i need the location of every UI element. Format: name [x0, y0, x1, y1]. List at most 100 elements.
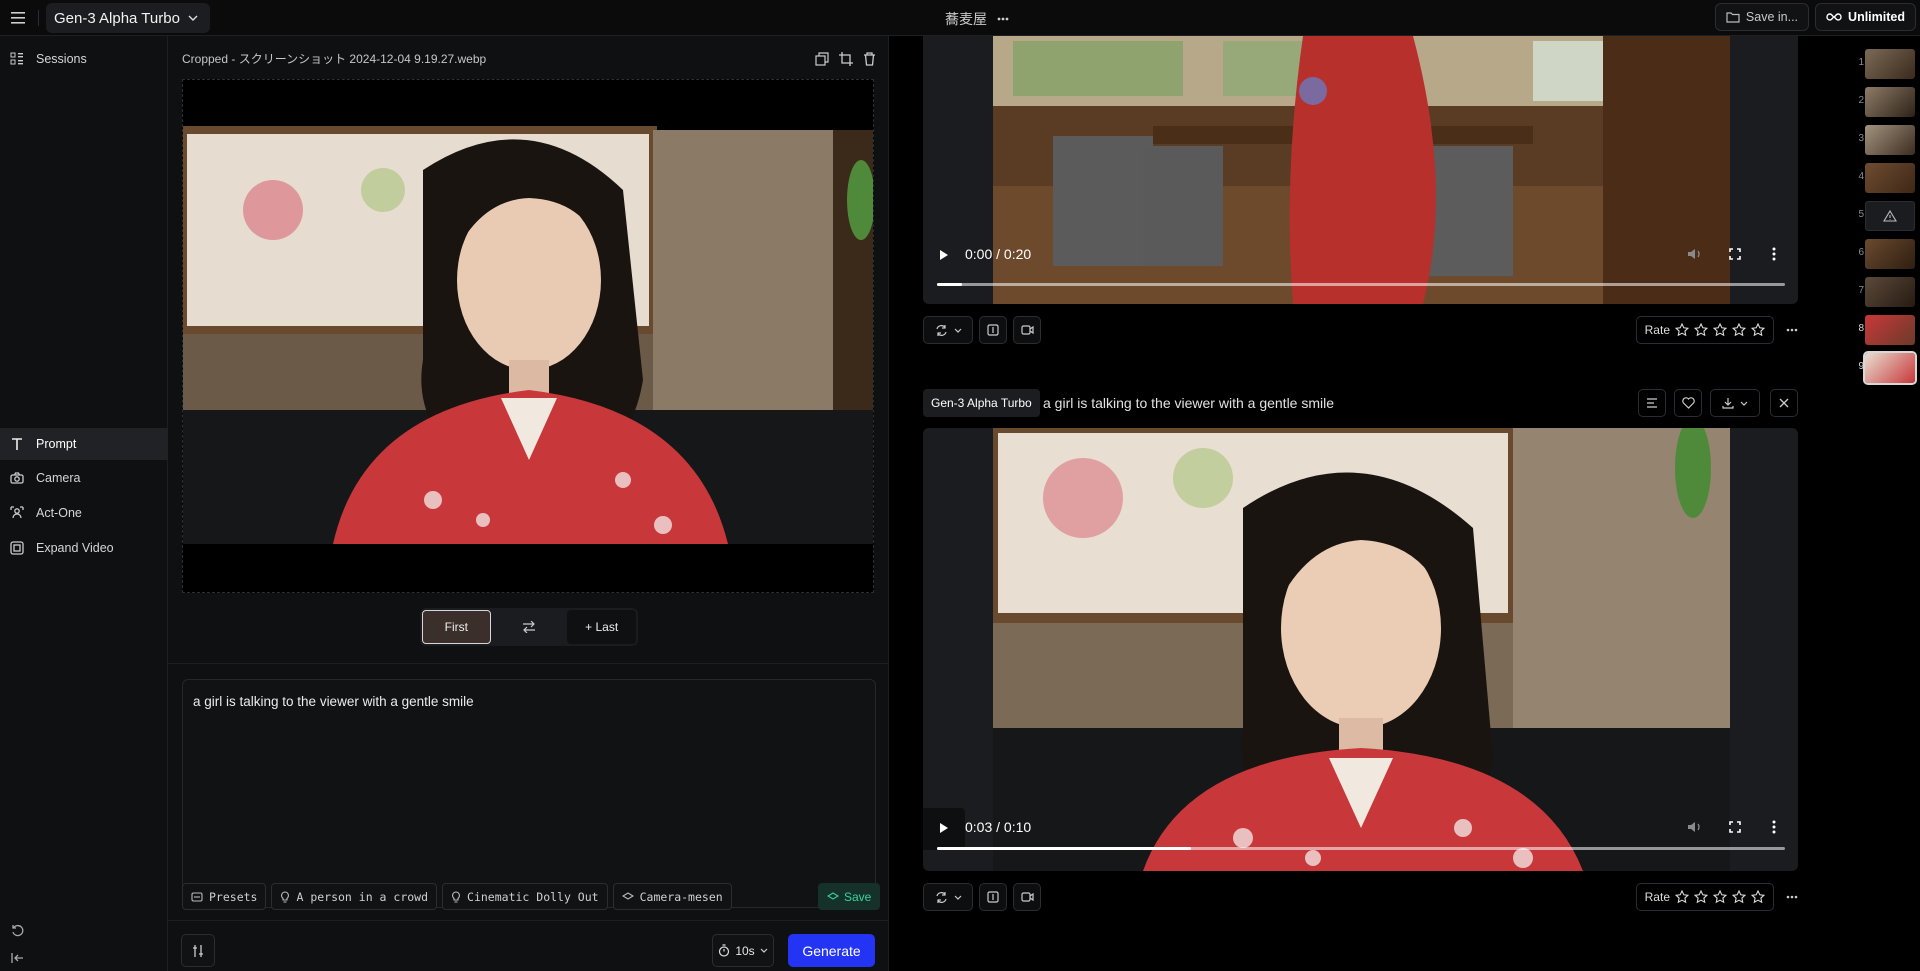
- thumbnail-item[interactable]: 8: [1850, 315, 1920, 347]
- fullscreen-icon[interactable]: [1729, 821, 1741, 833]
- video-to-video-button[interactable]: [1013, 883, 1041, 911]
- last-frame-label: + Last: [585, 620, 619, 634]
- video-camera-icon: [1020, 892, 1034, 902]
- more-horizontal-icon[interactable]: [1786, 323, 1798, 337]
- presets-chip[interactable]: Presets: [182, 883, 267, 910]
- sidebar-item-prompt[interactable]: Prompt: [0, 428, 168, 460]
- duplicate-icon[interactable]: [815, 51, 829, 66]
- details-button[interactable]: [1638, 389, 1666, 417]
- settings-sliders-icon: [193, 944, 203, 957]
- thumbnail-item[interactable]: 7: [1850, 277, 1920, 309]
- favorite-button[interactable]: [1674, 389, 1702, 417]
- unlimited-button[interactable]: Unlimited: [1815, 3, 1916, 31]
- video-progress-fill: [937, 847, 1192, 850]
- save-preset-button[interactable]: Save: [818, 883, 881, 910]
- video-player[interactable]: 0:00 / 0:20: [923, 36, 1798, 304]
- star-icon[interactable]: [1751, 890, 1765, 904]
- collapse-sidebar-icon[interactable]: [9, 950, 25, 966]
- left-sidebar: Sessions Prompt Camera Act-One Expand Vi…: [0, 36, 168, 971]
- thumbnail-number: 3: [1858, 133, 1864, 144]
- generate-label: Generate: [802, 942, 861, 959]
- more-horizontal-icon[interactable]: [997, 17, 1009, 21]
- swap-frames-button[interactable]: [495, 610, 564, 644]
- video-camera-icon: [1020, 325, 1034, 335]
- thumbnail-item[interactable]: 5: [1850, 201, 1920, 233]
- volume-icon[interactable]: [1687, 820, 1703, 834]
- lightbulb-icon: [281, 890, 290, 903]
- thumbnail-item[interactable]: 2: [1850, 87, 1920, 119]
- reuse-button[interactable]: [923, 883, 973, 911]
- star-icon[interactable]: [1732, 323, 1746, 337]
- chip-label: Cinematic Dolly Out: [467, 889, 599, 904]
- video-options-icon[interactable]: [1772, 820, 1776, 834]
- trash-icon[interactable]: [863, 51, 876, 66]
- save-in-label: Save in...: [1745, 10, 1799, 24]
- video-to-video-button[interactable]: [1013, 316, 1041, 344]
- rating: Rate: [1635, 883, 1774, 911]
- thumbnail-item[interactable]: 9: [1850, 351, 1920, 385]
- duration-select[interactable]: 10s: [712, 934, 774, 967]
- video-options-icon[interactable]: [1772, 247, 1776, 261]
- camera-icon: [10, 472, 24, 484]
- frame-icon: [987, 891, 999, 903]
- preset-camera-mesen-chip[interactable]: Camera-mesen: [612, 883, 732, 910]
- grid-icon: [10, 52, 23, 65]
- thumbnail-image: [1865, 277, 1915, 307]
- star-icon[interactable]: [1675, 323, 1689, 337]
- model-select[interactable]: Gen-3 Alpha Turbo: [46, 3, 210, 33]
- unlimited-label: Unlimited: [1848, 10, 1905, 24]
- star-icon[interactable]: [1694, 890, 1708, 904]
- chevron-down-icon: [954, 328, 961, 333]
- crop-icon[interactable]: [839, 51, 853, 66]
- star-icon[interactable]: [1713, 323, 1727, 337]
- video-time: 0:03 / 0:10: [965, 819, 1032, 835]
- thumbnail-item[interactable]: 3: [1850, 125, 1920, 157]
- sidebar-item-camera[interactable]: Camera: [0, 462, 168, 494]
- video-player[interactable]: 0:03 / 0:10: [923, 428, 1798, 871]
- first-frame-button[interactable]: First: [422, 610, 491, 644]
- sidebar-item-expand-video[interactable]: Expand Video: [0, 532, 168, 564]
- preset-person-in-crowd-chip[interactable]: A person in a crowd: [271, 883, 438, 910]
- play-icon[interactable]: [937, 821, 951, 835]
- generate-button[interactable]: Generate: [788, 934, 875, 967]
- extend-button[interactable]: [979, 883, 1007, 911]
- more-horizontal-icon[interactable]: [1786, 890, 1798, 904]
- star-icon[interactable]: [1751, 323, 1765, 337]
- volume-icon[interactable]: [1687, 247, 1703, 261]
- sidebar-item-sessions[interactable]: Sessions: [0, 43, 168, 75]
- video-progress[interactable]: [937, 283, 1785, 286]
- close-button[interactable]: [1770, 389, 1798, 417]
- extend-button[interactable]: [979, 316, 1007, 344]
- generation-settings-button[interactable]: [181, 934, 215, 967]
- session-title[interactable]: 蕎麦屋: [945, 9, 1009, 29]
- video-time: 0:00 / 0:20: [965, 246, 1032, 262]
- fullscreen-icon[interactable]: [1729, 248, 1741, 260]
- last-frame-button[interactable]: + Last: [567, 610, 636, 644]
- video-actions: Rate: [923, 883, 1798, 911]
- preset-cinematic-dolly-out-chip[interactable]: Cinematic Dolly Out: [442, 883, 608, 910]
- sidebar-item-label: Prompt: [36, 437, 77, 451]
- download-button[interactable]: [1710, 389, 1760, 417]
- history-icon[interactable]: [9, 922, 25, 938]
- thumbnail-item[interactable]: 1: [1850, 49, 1920, 81]
- refresh-icon: [935, 324, 947, 336]
- play-icon[interactable]: [937, 248, 951, 262]
- thumbnail-item[interactable]: 4: [1850, 163, 1920, 195]
- generation-header: Gen-3 Alpha Turbo a girl is talking to t…: [923, 388, 1798, 418]
- input-image-frame[interactable]: [182, 79, 874, 593]
- reuse-button[interactable]: [923, 316, 973, 344]
- menu-icon[interactable]: [8, 8, 28, 28]
- chevron-down-icon: [1740, 401, 1748, 406]
- star-icon[interactable]: [1732, 890, 1746, 904]
- generation-prompt[interactable]: a girl is talking to the viewer with a g…: [1043, 395, 1334, 411]
- sidebar-item-label: Camera: [36, 471, 81, 485]
- thumbnail-item[interactable]: 6: [1850, 239, 1920, 271]
- prompt-textarea[interactable]: a girl is talking to the viewer with a g…: [182, 679, 876, 908]
- sidebar-item-act-one[interactable]: Act-One: [0, 497, 168, 529]
- save-in-button[interactable]: Save in...: [1714, 3, 1810, 31]
- star-icon[interactable]: [1713, 890, 1727, 904]
- video-progress[interactable]: [937, 847, 1785, 850]
- star-icon[interactable]: [1694, 323, 1708, 337]
- star-icon[interactable]: [1675, 890, 1689, 904]
- close-icon: [1779, 398, 1789, 408]
